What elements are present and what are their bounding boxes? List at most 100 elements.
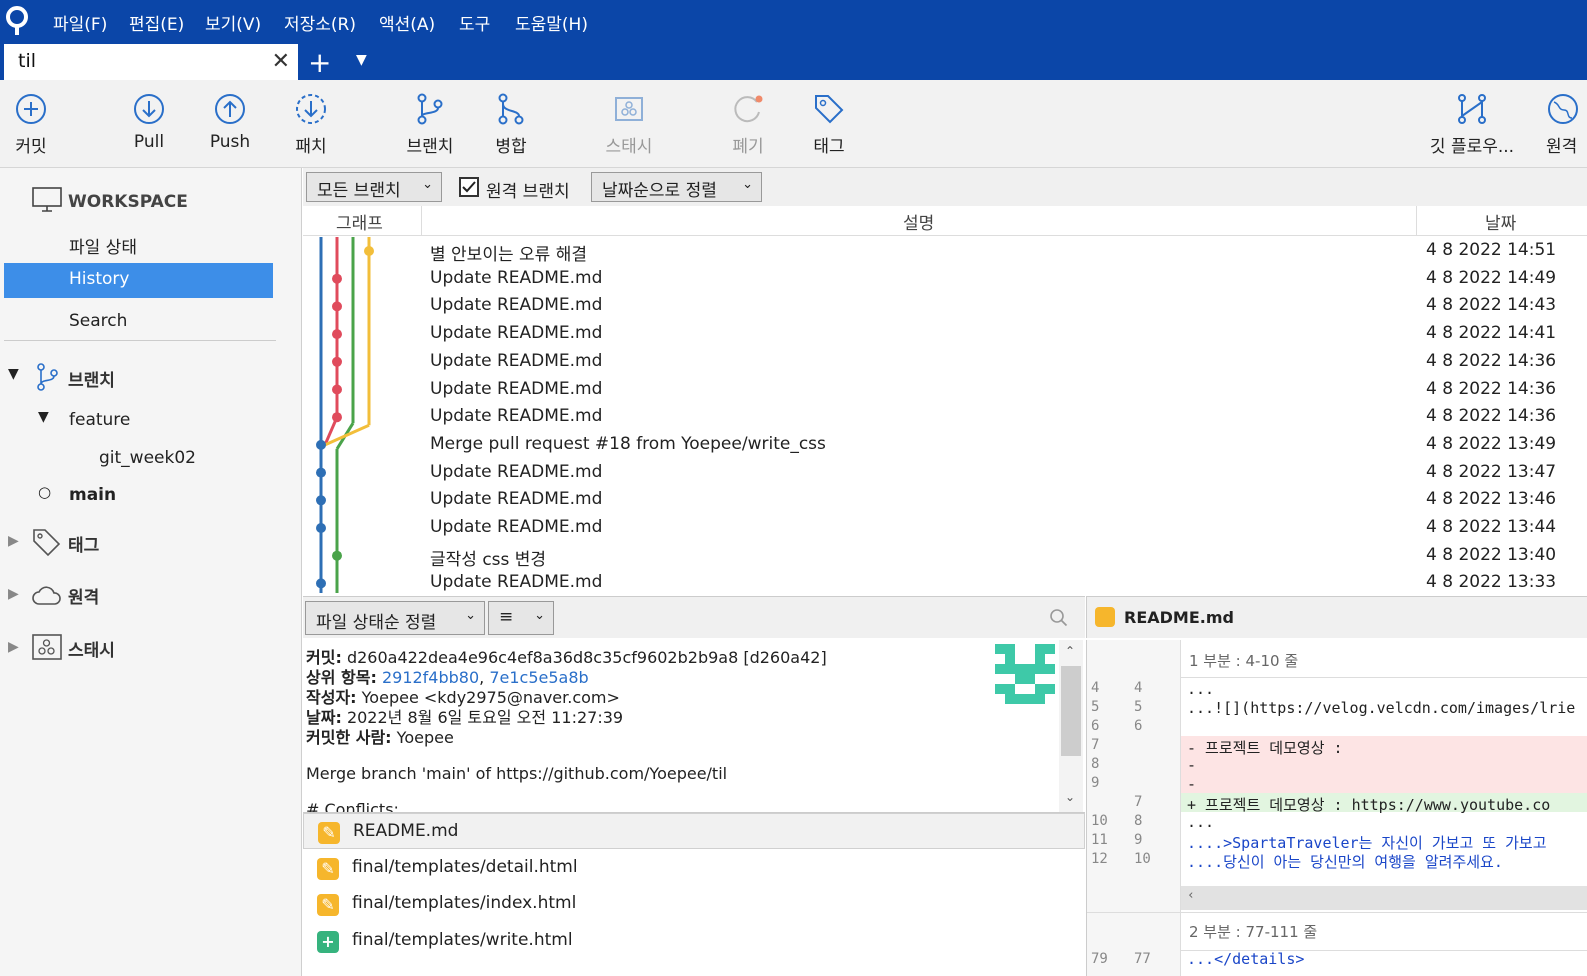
tab-title: til [18,50,37,72]
commit-plus-icon [16,94,46,124]
checkmark-icon [462,181,476,193]
commit-date: 4 8 2022 13:44 [1426,517,1557,537]
file-name: final/templates/detail.html [352,856,578,877]
remote-button[interactable]: 원격 [1526,92,1586,157]
patch-button[interactable]: 패치 [266,92,356,157]
commit-row[interactable]: Update README.md 4 8 2022 13:46 [303,486,1587,514]
chevron-down-icon[interactable]: ▼ [38,409,49,425]
commit-row[interactable]: Update README.md 4 8 2022 13:33 [303,569,1587,593]
commit-description: Update README.md [430,267,603,288]
cloud-icon [32,586,61,605]
column-divider[interactable] [421,206,422,236]
chevron-right-icon[interactable]: ▶ [8,639,19,655]
discard-button[interactable]: 폐기 [703,92,793,157]
branch-label: 브랜치 [406,137,454,157]
chevron-down-icon[interactable]: ▼ [8,366,19,382]
diff-line: ...![](https://velog.velcdn.com/images/l… [1187,699,1576,717]
tags-header[interactable]: 태그 [68,531,99,556]
sidebar-item-feature[interactable]: feature [69,410,130,430]
menu-view[interactable]: 보기(V) [205,10,261,35]
commit-row[interactable]: 글작성 css 변경 4 8 2022 13:40 [303,542,1587,570]
close-icon[interactable]: ✕ [272,49,290,74]
commit-row[interactable]: Update README.md 4 8 2022 14:36 [303,348,1587,376]
menu-actions[interactable]: 액션(A) [379,10,435,35]
sidebar-item-main[interactable]: main [69,485,116,505]
branches-header[interactable]: 브랜치 [68,366,115,391]
sidebar-item-file-status[interactable]: 파일 상태 [69,233,137,258]
chevron-right-icon[interactable]: ▶ [8,533,19,549]
diff-line: ... [1187,813,1215,831]
changed-file-item[interactable]: ✎ README.md [303,813,1085,849]
new-tab-plus-icon[interactable]: + [308,46,331,79]
commit-label: 커밋 [15,137,47,157]
details-scrollbar[interactable]: ⌃ ⌄ [1059,640,1083,812]
stashes-header[interactable]: 스태시 [68,636,115,661]
commit-row[interactable]: Update README.md 4 8 2022 14:43 [303,292,1587,320]
commit-row[interactable]: Update README.md 4 8 2022 14:49 [303,265,1587,293]
column-date[interactable]: 날짜 [1485,209,1516,234]
sidebar-item-search[interactable]: Search [69,311,127,331]
tab-repo[interactable]: til ✕ [4,44,298,80]
scroll-up-icon[interactable]: ⌃ [1065,644,1075,658]
scroll-thumb[interactable] [1061,666,1081,756]
commit-row[interactable]: 별 안보이는 오류 해결 4 8 2022 14:51 [303,237,1587,265]
changed-file-item[interactable]: ✎ final/templates/index.html [303,886,1085,922]
commit-row[interactable]: Update README.md 4 8 2022 13:44 [303,514,1587,542]
patch-icon [296,94,326,124]
stash-button[interactable]: 스태시 [584,92,674,157]
sidebar: WORKSPACE 파일 상태 History Search ▼ 브랜치 ▼ f… [0,168,302,976]
branch-button[interactable]: 브랜치 [385,92,475,157]
tag-button[interactable]: 태그 [784,92,874,157]
scroll-down-icon[interactable]: ⌄ [1065,790,1075,804]
commit-button[interactable]: 커밋 [0,92,76,157]
commit-description: Update README.md [430,378,603,399]
commit-date: 4 8 2022 14:36 [1426,406,1557,427]
remotes-header[interactable]: 원격 [68,583,99,608]
commit-date: 4 8 2022 13:49 [1426,433,1557,454]
push-button[interactable]: Push [185,92,275,152]
horizontal-scrollbar[interactable]: ‹ [1181,886,1587,910]
file-sort-dropdown[interactable]: 파일 상태순 정렬 ⌄ [305,601,485,635]
view-mode-dropdown[interactable]: ≡ ⌄ [488,601,554,635]
merge-button[interactable]: 병합 [466,92,556,157]
diff-line: ....>SpartaTraveler는 자신이 가보고 또 가보고 [1187,834,1547,852]
old-line-number: 9 [1091,775,1100,791]
column-graph[interactable]: 그래프 [336,209,383,234]
sidebar-divider [4,340,276,341]
tab-dropdown-caret-icon[interactable]: ▼ [356,52,367,68]
column-description[interactable]: 설명 [903,209,934,234]
menu-tools[interactable]: 도구 [459,10,490,35]
sort-order-dropdown[interactable]: 날짜순으로 정렬 ⌄ [591,172,762,202]
changed-file-item[interactable]: ✎ final/templates/detail.html [303,850,1085,886]
old-line-number: 8 [1091,756,1100,772]
menu-edit[interactable]: 편집(E) [129,10,184,35]
commit-description: Update README.md [430,461,603,482]
column-divider[interactable] [1416,206,1417,236]
remote-branches-checkbox[interactable] [459,177,479,197]
file-name: final/templates/write.html [352,930,573,951]
menu-file[interactable]: 파일(F) [53,10,107,35]
commit-row[interactable]: Merge pull request #18 from Yoepee/write… [303,431,1587,459]
globe-icon [1548,94,1578,124]
patch-label: 패치 [295,137,327,157]
sidebar-item-git-week02[interactable]: git_week02 [99,448,196,468]
search-icon[interactable] [1049,608,1069,628]
gitflow-button[interactable]: 깃 플로우... [1417,92,1527,157]
changed-files-list: ✎ README.md ✎ final/templates/detail.html ✎ f… [303,812,1085,976]
commit-row[interactable]: Update README.md 4 8 2022 14:36 [303,376,1587,404]
pull-button[interactable]: Pull [104,92,194,152]
tag-icon [815,95,844,124]
sidebar-item-history[interactable]: History [4,263,273,298]
gitflow-label: 깃 플로우... [1429,137,1515,157]
scroll-left-icon[interactable]: ‹ [1187,888,1195,903]
menu-repository[interactable]: 저장소(R) [284,10,356,35]
modified-file-icon: ✎ [318,822,340,844]
commit-row[interactable]: Update README.md 4 8 2022 14:36 [303,403,1587,431]
branch-filter-dropdown[interactable]: 모든 브랜치 ⌄ [306,172,442,202]
commit-row[interactable]: Update README.md 4 8 2022 13:47 [303,459,1587,487]
commit-row[interactable]: Update README.md 4 8 2022 14:41 [303,320,1587,348]
menu-help[interactable]: 도움말(H) [515,10,588,35]
chevron-right-icon[interactable]: ▶ [8,586,19,602]
changed-file-item[interactable]: + final/templates/write.html [303,923,1085,959]
gitflow-icon [1458,94,1486,124]
